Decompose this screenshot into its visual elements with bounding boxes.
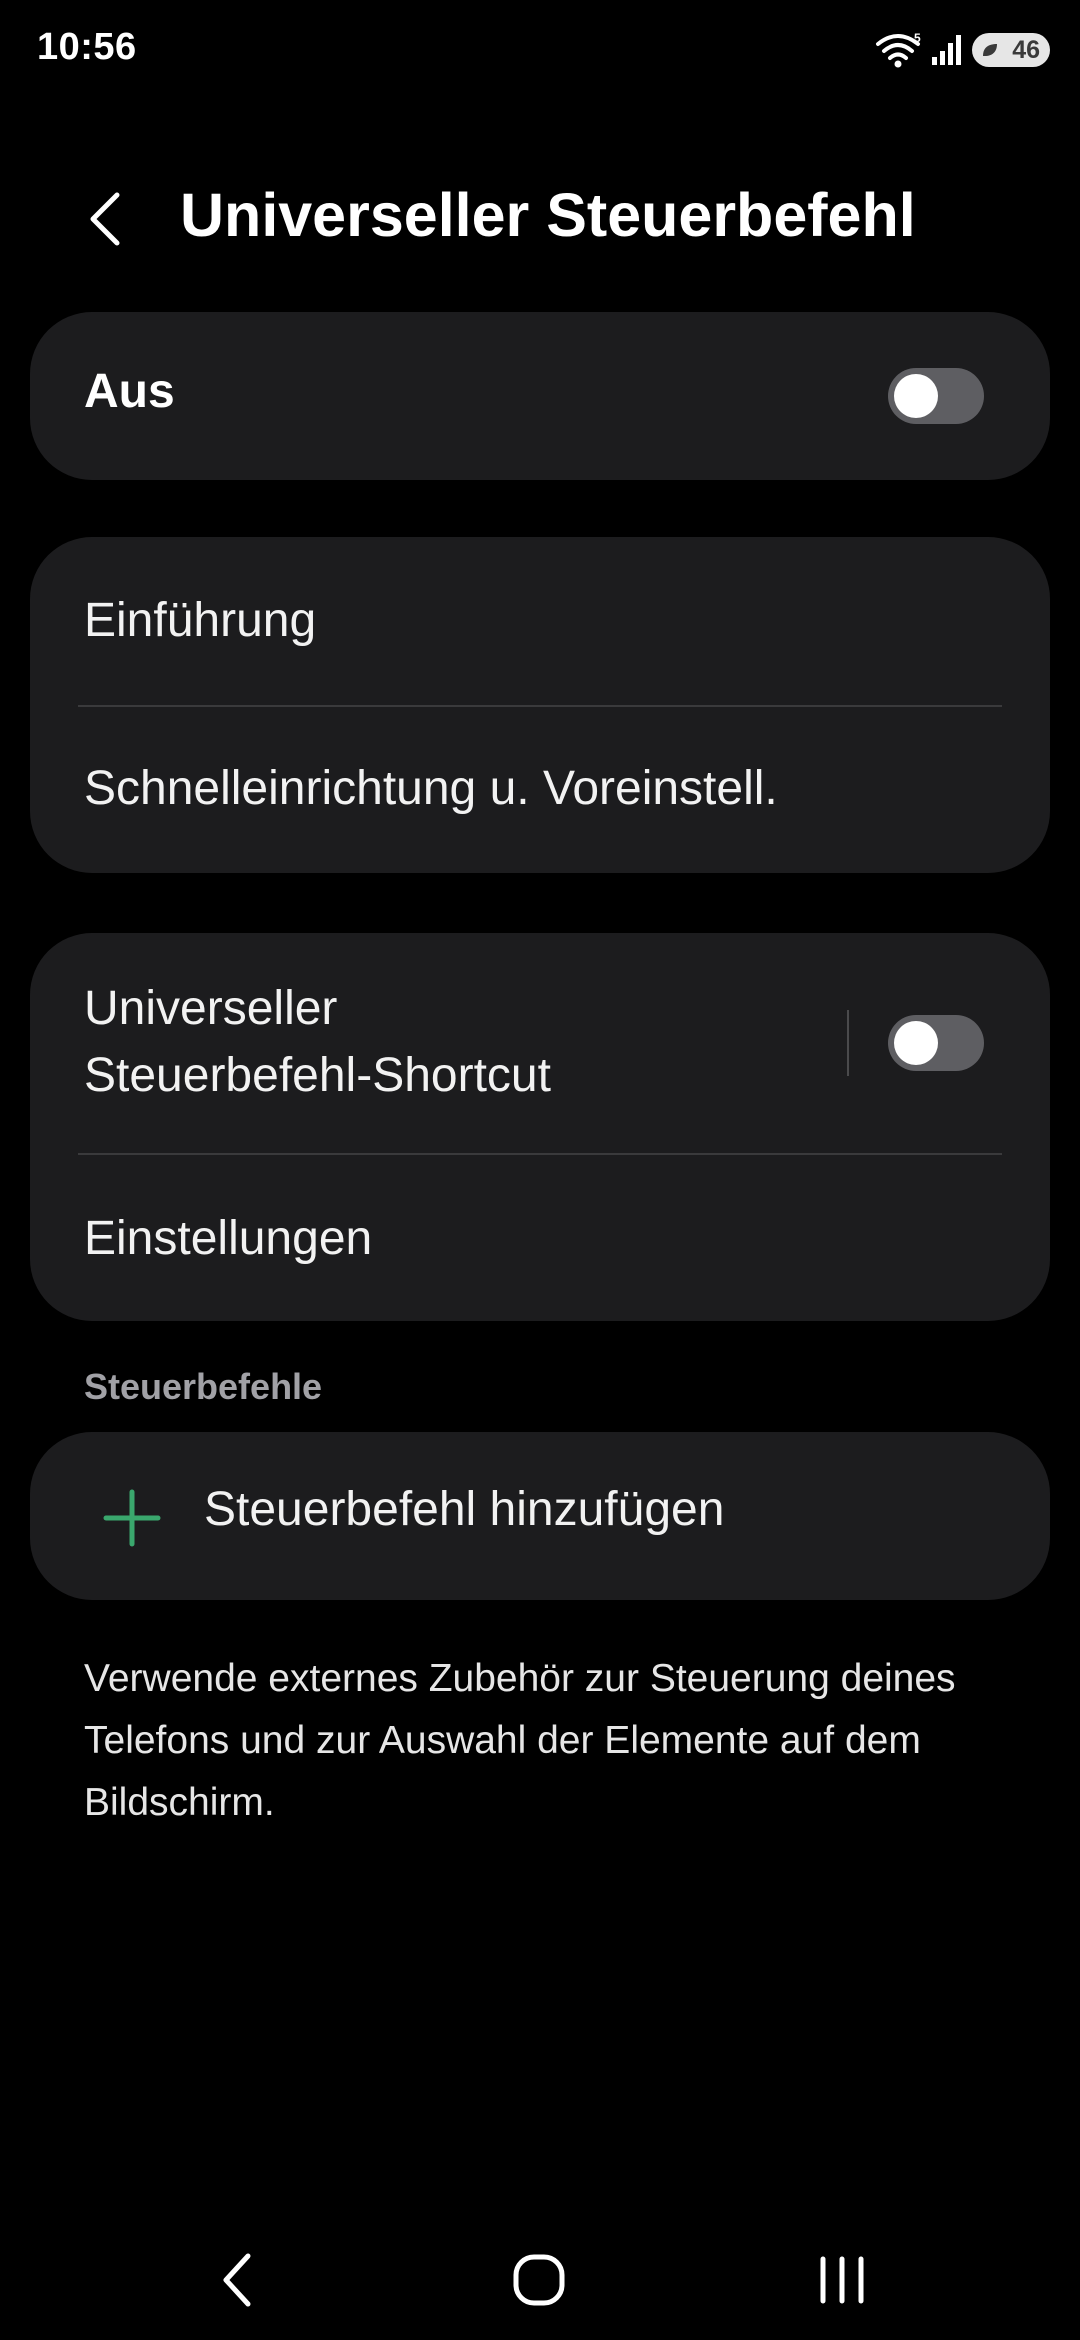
- list-item-label: Einführung: [84, 594, 317, 647]
- list-item-schnelleinrichtung[interactable]: Schnelleinrichtung u. Voreinstell.: [30, 707, 1050, 873]
- plus-icon: [103, 1489, 161, 1547]
- status-time: 10:56: [37, 26, 137, 68]
- back-icon: [223, 2253, 251, 2307]
- shortcut-group-card: Universeller Steuerbefehl-Shortcut Einst…: [30, 933, 1050, 1321]
- page-title: Universeller Steuerbefehl: [180, 181, 916, 249]
- back-button[interactable]: [70, 184, 140, 254]
- shortcut-label-line2: Steuerbefehl-Shortcut: [84, 1049, 551, 1102]
- wifi-icon: 5: [874, 32, 922, 68]
- svg-text:5: 5: [914, 32, 921, 45]
- shortcut-toggle-switch[interactable]: [888, 1015, 984, 1071]
- shortcut-label-line1: Universeller: [84, 982, 338, 1035]
- vertical-separator: [847, 1010, 849, 1076]
- nav-home-button[interactable]: [489, 2230, 589, 2330]
- recents-icon: [820, 2256, 864, 2304]
- app-header: Universeller Steuerbefehl: [0, 170, 1080, 260]
- add-command-button[interactable]: Steuerbefehl hinzufügen: [30, 1432, 1050, 1600]
- toggle-knob: [894, 374, 938, 418]
- status-bar: 10:56 5 46: [0, 0, 1080, 100]
- home-icon: [513, 2254, 565, 2306]
- signal-icon: [930, 33, 964, 67]
- add-command-label: Steuerbefehl hinzufügen: [204, 1483, 725, 1536]
- master-toggle-switch[interactable]: [888, 368, 984, 424]
- list-item-label: Einstellungen: [84, 1212, 373, 1265]
- chevron-left-icon: [90, 192, 120, 246]
- toggle-knob: [894, 1021, 938, 1065]
- battery-icon: 46: [972, 33, 1050, 67]
- navigation-bar: [0, 2210, 1080, 2340]
- power-saving-icon: [983, 44, 997, 56]
- list-item-einfuehrung[interactable]: Einführung: [30, 537, 1050, 705]
- section-header-steuerbefehle: Steuerbefehle: [84, 1366, 323, 1407]
- nav-recents-button[interactable]: [792, 2230, 892, 2330]
- battery-level: 46: [1012, 35, 1040, 64]
- description-text: Verwende externes Zubehör zur Steuerung …: [84, 1657, 956, 1824]
- list-item-label: Schnelleinrichtung u. Voreinstell.: [84, 762, 778, 815]
- master-switch-card[interactable]: Aus: [30, 312, 1050, 480]
- master-switch-label: Aus: [84, 365, 175, 418]
- list-item-einstellungen[interactable]: Einstellungen: [30, 1155, 1050, 1321]
- list-item-shortcut[interactable]: Universeller Steuerbefehl-Shortcut: [30, 933, 1050, 1153]
- nav-back-button[interactable]: [188, 2230, 288, 2330]
- shortcut-label: Universeller Steuerbefehl-Shortcut: [84, 975, 551, 1109]
- info-group-card: Einführung Schnelleinrichtung u. Voreins…: [30, 537, 1050, 873]
- status-icons: 5 46: [874, 32, 1050, 68]
